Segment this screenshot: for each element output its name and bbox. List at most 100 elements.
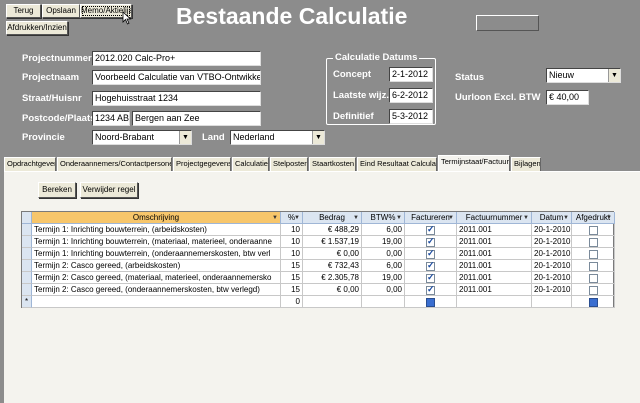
column-header-pct[interactable]: % ▼ [281, 212, 303, 224]
projectnummer-field[interactable]: 2012.020 Calc-Pro+ [92, 51, 261, 66]
new-cell-datum[interactable] [532, 296, 572, 308]
column-header-datum[interactable]: Datum ▼ [532, 212, 572, 224]
cell-btw[interactable]: 19,00 [362, 272, 405, 284]
cell-btw[interactable]: 0,00 [362, 248, 405, 260]
column-header-factureren[interactable]: Factureren ▼ [405, 212, 457, 224]
column-header-factuurnummer[interactable]: Factuurnummer ▼ [457, 212, 532, 224]
cell-factuurnummer[interactable]: 2011.001 [457, 284, 532, 296]
postcode-field[interactable]: 1234 AB [92, 111, 130, 126]
chevron-down-icon[interactable]: ▼ [608, 69, 620, 82]
tab-bijlagen[interactable]: Bijlagen [511, 157, 541, 171]
cell-pct[interactable]: 10 [281, 248, 303, 260]
cell-factuurnummer[interactable]: 2011.001 [457, 272, 532, 284]
column-header-btw[interactable]: BTW% ▼ [362, 212, 405, 224]
uurloon-field[interactable]: € 40,00 [546, 90, 589, 105]
definitief-date-field[interactable]: 5-3-2012 [389, 109, 433, 124]
select-all-icon[interactable] [22, 212, 32, 224]
cell-btw[interactable]: 19,00 [362, 236, 405, 248]
tab-staartkosten[interactable]: Staartkosten [309, 157, 356, 171]
cell-datum[interactable]: 20-1-2010 [532, 284, 572, 296]
column-header-bedrag[interactable]: Bedrag ▼ [303, 212, 362, 224]
factureren-checkbox[interactable] [426, 248, 435, 259]
new-cell-omschrijving[interactable] [32, 296, 281, 308]
cell-datum[interactable]: 20-1-2010 [532, 260, 572, 272]
cell-factuurnummer[interactable]: 2011.001 [457, 224, 532, 236]
new-cell-btw[interactable] [362, 296, 405, 308]
new-cell-factureren[interactable] [405, 296, 457, 308]
row-selector[interactable] [22, 236, 32, 248]
row-selector[interactable] [22, 272, 32, 284]
cell-pct[interactable]: 10 [281, 236, 303, 248]
cell-pct[interactable]: 15 [281, 272, 303, 284]
sort-arrow-icon[interactable]: ▼ [606, 213, 612, 223]
cell-omschrijving[interactable]: Termijn 2: Casco gereed, (materiaal, mat… [32, 272, 281, 284]
sort-arrow-icon[interactable]: ▼ [272, 213, 278, 223]
cell-pct[interactable]: 15 [281, 260, 303, 272]
cell-omschrijving[interactable]: Termijn 1: Inrichting bouwterrein, (mate… [32, 236, 281, 248]
projectnaam-field[interactable]: Voorbeeld Calculatie van VTBO-Ontwikkeli… [92, 70, 261, 85]
new-record-row[interactable]: * 0 [22, 296, 615, 308]
provincie-select[interactable]: Noord-Brabant ▼ [92, 130, 192, 145]
table-row[interactable]: Termijn 1: Inrichting bouwterrein, (mate… [22, 236, 615, 248]
sort-arrow-icon[interactable]: ▼ [563, 213, 569, 223]
cell-bedrag[interactable]: € 732,43 [303, 260, 362, 272]
cell-omschrijving[interactable]: Termijn 1: Inrichting bouwterrein, (arbe… [32, 224, 281, 236]
tab-calculatie[interactable]: Calculatie [232, 157, 269, 171]
cell-datum[interactable]: 20-1-2010 [532, 236, 572, 248]
terug-button[interactable]: Terug [6, 4, 41, 18]
cell-datum[interactable]: 20-1-2010 [532, 248, 572, 260]
row-selector[interactable] [22, 248, 32, 260]
new-cell-pct[interactable]: 0 [281, 296, 303, 308]
factureren-checkbox[interactable] [426, 236, 435, 247]
afdrukken-inzien-button[interactable]: Afdrukken/Inzien [6, 21, 68, 35]
land-select[interactable]: Nederland ▼ [230, 130, 325, 145]
table-row[interactable]: Termijn 2: Casco gereed, (materiaal, mat… [22, 272, 615, 284]
factureren-checkbox[interactable] [426, 224, 435, 235]
sort-arrow-icon[interactable]: ▼ [294, 213, 300, 223]
factureren-checkbox[interactable] [426, 260, 435, 271]
opslaan-button[interactable]: Opslaan [42, 4, 80, 18]
tab-projectgegevens[interactable]: Projectgegevens [173, 157, 231, 171]
tab-stelposten[interactable]: Stelposten [270, 157, 308, 171]
row-selector[interactable] [22, 224, 32, 236]
concept-date-field[interactable]: 2-1-2012 [389, 67, 433, 82]
chevron-down-icon[interactable]: ▼ [312, 131, 324, 144]
row-selector[interactable] [22, 284, 32, 296]
cell-omschrijving[interactable]: Termijn 1: Inrichting bouwterrein, (onde… [32, 248, 281, 260]
tab-opdrachtgever[interactable]: Opdrachtgever [4, 157, 56, 171]
chevron-down-icon[interactable]: ▼ [179, 131, 191, 144]
new-cell-factuurnummer[interactable] [457, 296, 532, 308]
table-row[interactable]: Termijn 2: Casco gereed, (onderaannemers… [22, 284, 615, 296]
status-select[interactable]: Nieuw ▼ [546, 68, 621, 83]
cell-bedrag[interactable]: € 1.537,19 [303, 236, 362, 248]
cell-pct[interactable]: 15 [281, 284, 303, 296]
verwijder-regel-button[interactable]: Verwijder regel [80, 182, 138, 198]
tab-onderaannemers[interactable]: Onderaannemers/Contactpersonen [57, 157, 172, 171]
new-cell-bedrag[interactable] [303, 296, 362, 308]
column-header-omschrijving[interactable]: Omschrijving ▼ [32, 212, 281, 224]
bereken-button[interactable]: Bereken [38, 182, 76, 198]
sort-arrow-icon[interactable]: ▼ [523, 213, 529, 223]
cell-btw[interactable]: 6,00 [362, 224, 405, 236]
afgedrukt-checkbox[interactable] [588, 261, 598, 271]
cell-factuurnummer[interactable]: 2011.001 [457, 248, 532, 260]
cell-omschrijving[interactable]: Termijn 2: Casco gereed, (arbeidskosten) [32, 260, 281, 272]
factureren-checkbox[interactable] [426, 284, 435, 295]
row-selector[interactable] [22, 260, 32, 272]
afgedrukt-new-checkbox[interactable] [588, 297, 598, 307]
cell-btw[interactable]: 0,00 [362, 284, 405, 296]
sort-arrow-icon[interactable]: ▼ [396, 213, 402, 223]
afgedrukt-checkbox[interactable] [588, 237, 598, 247]
sort-arrow-icon[interactable]: ▼ [353, 213, 359, 223]
afgedrukt-checkbox[interactable] [588, 285, 598, 295]
plaats-field[interactable]: Bergen aan Zee [132, 111, 261, 126]
sort-arrow-icon[interactable]: ▼ [448, 213, 454, 223]
afgedrukt-checkbox[interactable] [588, 249, 598, 259]
cell-bedrag[interactable]: € 0,00 [303, 248, 362, 260]
straat-field[interactable]: Hogehuisstraat 1234 [92, 91, 261, 106]
cell-btw[interactable]: 6,00 [362, 260, 405, 272]
cell-factuurnummer[interactable]: 2011.001 [457, 236, 532, 248]
tab-eind-resultaat[interactable]: Eind Resultaat Calculatie [357, 157, 437, 171]
table-row[interactable]: Termijn 1: Inrichting bouwterrein, (arbe… [22, 224, 615, 236]
laatste-wijz-date-field[interactable]: 6-2-2012 [389, 88, 433, 103]
